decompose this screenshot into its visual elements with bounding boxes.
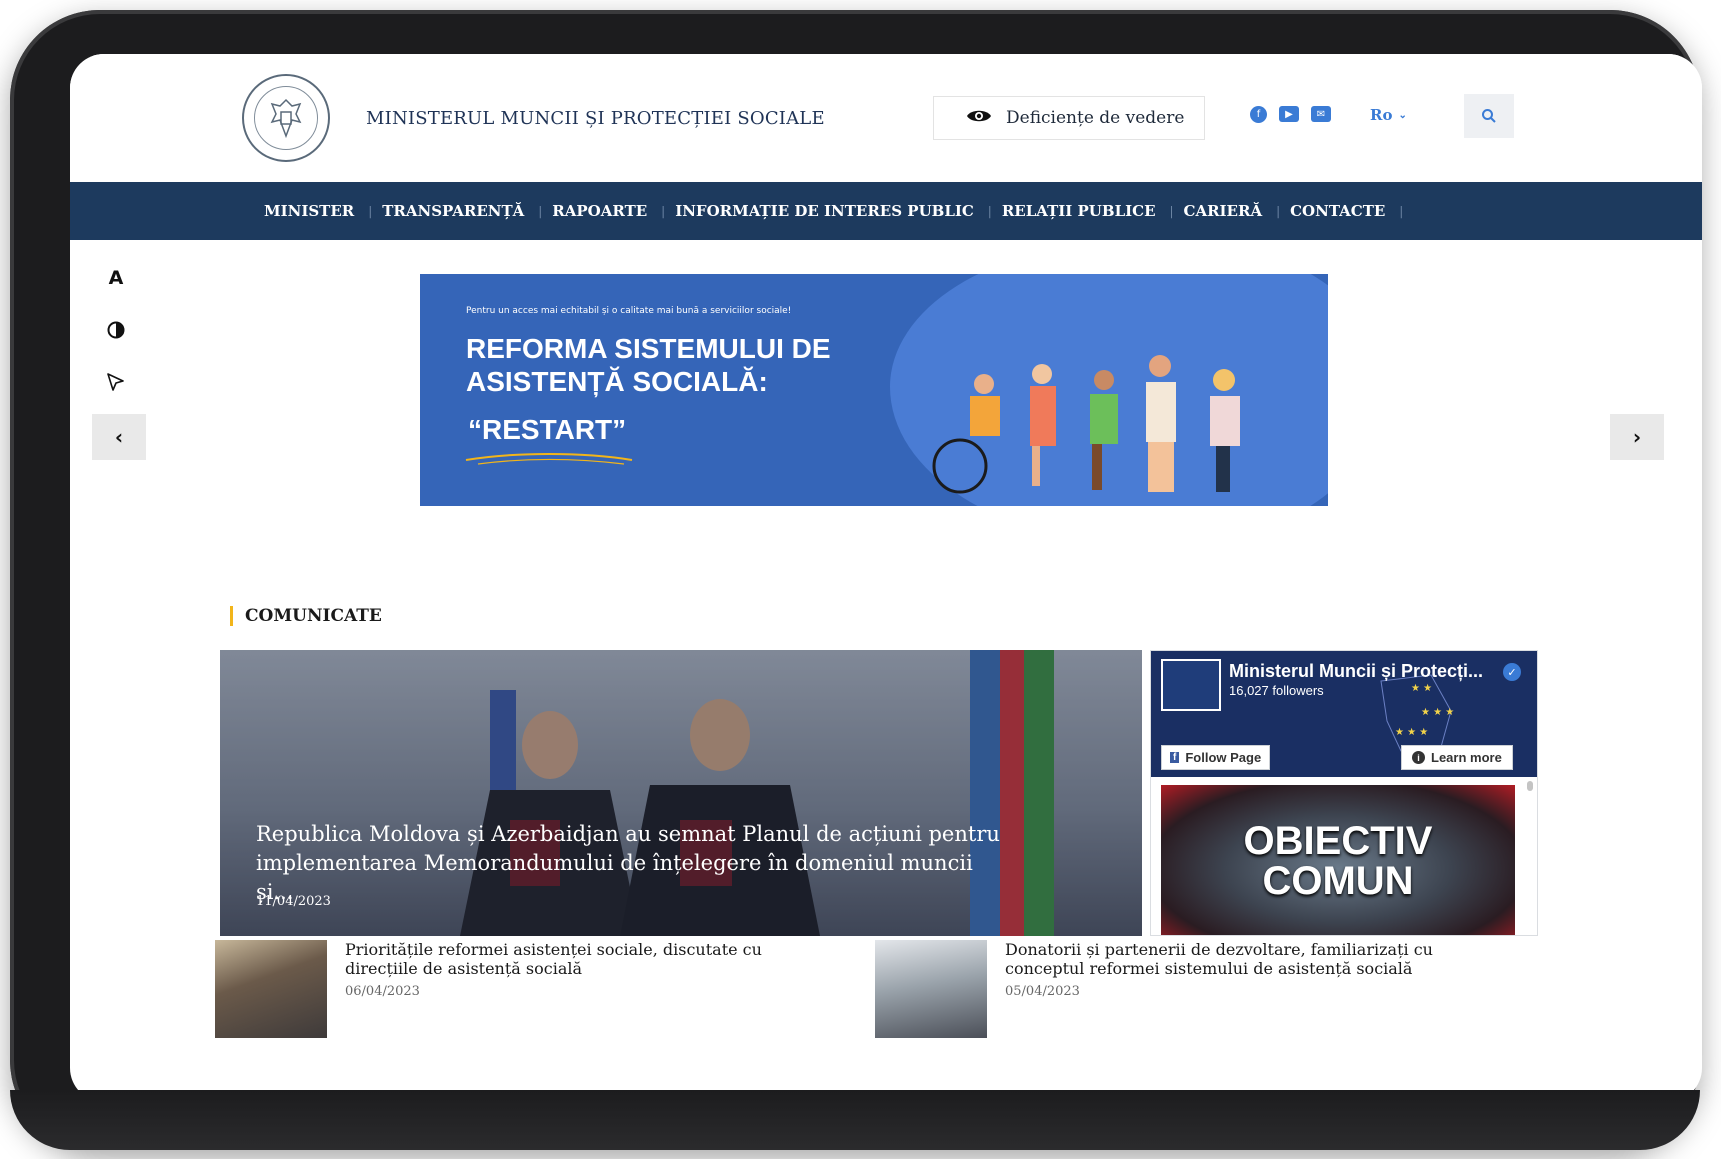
news-title[interactable]: Donatorii și partenerii de dezvoltare, f… <box>1005 940 1475 978</box>
nav-item-transparenta[interactable]: TRANSPARENȚĂ <box>368 202 542 220</box>
nav-item-contacte[interactable]: CONTACTE <box>1276 202 1403 220</box>
video-title-line2: COMUN <box>1262 859 1414 903</box>
facebook-followers: 16,027 followers <box>1229 683 1324 698</box>
featured-news-title[interactable]: Republica Moldova și Azerbaidjan au semn… <box>256 820 1016 907</box>
banner-title: REFORMA SISTEMULUI DE ASISTENȚĂ SOCIALĂ: <box>466 333 831 397</box>
nav-item-rapoarte[interactable]: RAPOARTE <box>538 202 665 220</box>
chevron-down-icon: ⌄ <box>1398 109 1407 121</box>
eye-icon <box>966 108 992 129</box>
facebook-page-logo[interactable] <box>1161 659 1221 711</box>
font-size-tool[interactable]: A <box>104 266 128 290</box>
featured-news-date: 11/04/2023 <box>256 894 331 909</box>
banner-small-text: Pentru un acces mai echitabil și o calit… <box>466 306 792 316</box>
chevron-left-icon: ‹ <box>114 425 124 449</box>
language-label: Ro <box>1370 106 1393 124</box>
news-item[interactable]: Donatorii și partenerii de dezvoltare, f… <box>875 940 1515 1040</box>
svg-text:★ ★ ★: ★ ★ ★ <box>1421 707 1454 718</box>
browser-screen: MINISTERUL MUNCII ȘI PROTECȚIEI SOCIALE … <box>70 54 1702 1102</box>
learn-more-button[interactable]: i Learn more <box>1401 745 1513 770</box>
news-thumbnail <box>215 940 327 1038</box>
info-icon: i <box>1412 751 1425 764</box>
banner-underline-decoration <box>465 453 633 465</box>
video-title-line1: OBIECTIV <box>1243 819 1433 863</box>
facebook-page-widget: ★ ★ ★ ★ ★ ★ ★ ★ Ministerul Muncii și Pro… <box>1150 650 1538 936</box>
facebook-icon: f <box>1170 752 1180 763</box>
people-illustration <box>932 355 1240 494</box>
follow-page-label: Follow Page <box>1185 750 1262 765</box>
slider-next-button[interactable]: › <box>1610 414 1664 460</box>
youtube-icon[interactable]: ▶ <box>1279 106 1299 122</box>
facebook-icon[interactable]: f <box>1250 106 1267 123</box>
section-title: COMUNICATE <box>230 606 382 626</box>
follow-page-button[interactable]: f Follow Page <box>1161 745 1271 770</box>
email-icon[interactable]: ✉ <box>1311 106 1331 122</box>
visual-impairment-button[interactable]: Deficiențe de vedere <box>933 96 1205 140</box>
contrast-icon[interactable] <box>104 318 128 342</box>
main-navigation: MINISTER TRANSPARENȚĂ RAPOARTE INFORMAȚI… <box>70 182 1702 240</box>
news-thumbnail <box>875 940 987 1038</box>
verified-icon: ✓ <box>1503 663 1521 681</box>
banner-subtitle: “RESTART” <box>468 414 627 445</box>
search-icon <box>1482 109 1496 123</box>
visual-impairment-label: Deficiențe de vedere <box>1006 108 1185 128</box>
social-links: f ▶ ✉ <box>1250 106 1331 123</box>
news-item[interactable]: Prioritățile reformei asistenței sociale… <box>215 940 855 1040</box>
emblem-icon <box>254 86 318 150</box>
slider-prev-button[interactable]: ‹ <box>92 414 146 460</box>
facebook-cover: ★ ★ ★ ★ ★ ★ ★ ★ Ministerul Muncii și Pro… <box>1151 651 1537 777</box>
chevron-right-icon: › <box>1632 425 1642 449</box>
learn-more-label: Learn more <box>1431 750 1502 765</box>
hero-banner[interactable]: Pentru un acces mai echitabil și o calit… <box>420 274 1328 506</box>
nav-item-relatii-publice[interactable]: RELAȚII PUBLICE <box>988 202 1173 220</box>
news-date: 05/04/2023 <box>1005 984 1080 999</box>
svg-text:★ ★ ★: ★ ★ ★ <box>1395 727 1428 738</box>
cursor-icon[interactable] <box>104 370 128 394</box>
nav-item-informatie[interactable]: INFORMAȚIE DE INTERES PUBLIC <box>661 202 991 220</box>
site-header: MINISTERUL MUNCII ȘI PROTECȚIEI SOCIALE … <box>70 54 1702 182</box>
facebook-page-name[interactable]: Ministerul Muncii și Protecți... <box>1229 661 1483 682</box>
widget-scrollbar[interactable] <box>1527 781 1533 791</box>
news-title[interactable]: Prioritățile reformei asistenței sociale… <box>345 940 815 978</box>
language-selector[interactable]: Ro ⌄ <box>1370 106 1407 124</box>
site-title[interactable]: MINISTERUL MUNCII ȘI PROTECȚIEI SOCIALE <box>366 108 825 129</box>
search-button[interactable] <box>1464 94 1514 138</box>
facebook-video-thumbnail[interactable]: OBIECTIV COMUN <box>1161 785 1515 935</box>
nav-item-cariera[interactable]: CARIERĂ <box>1170 202 1280 220</box>
nav-item-minister[interactable]: MINISTER <box>250 202 373 220</box>
tablet-frame: MINISTERUL MUNCII ȘI PROTECȚIEI SOCIALE … <box>10 10 1702 1150</box>
accessibility-tools: A <box>104 266 128 394</box>
news-date: 06/04/2023 <box>345 984 420 999</box>
government-emblem-logo[interactable] <box>242 74 330 162</box>
svg-text:★ ★: ★ ★ <box>1411 683 1432 694</box>
featured-news-card[interactable]: Republica Moldova și Azerbaidjan au semn… <box>220 650 1142 936</box>
